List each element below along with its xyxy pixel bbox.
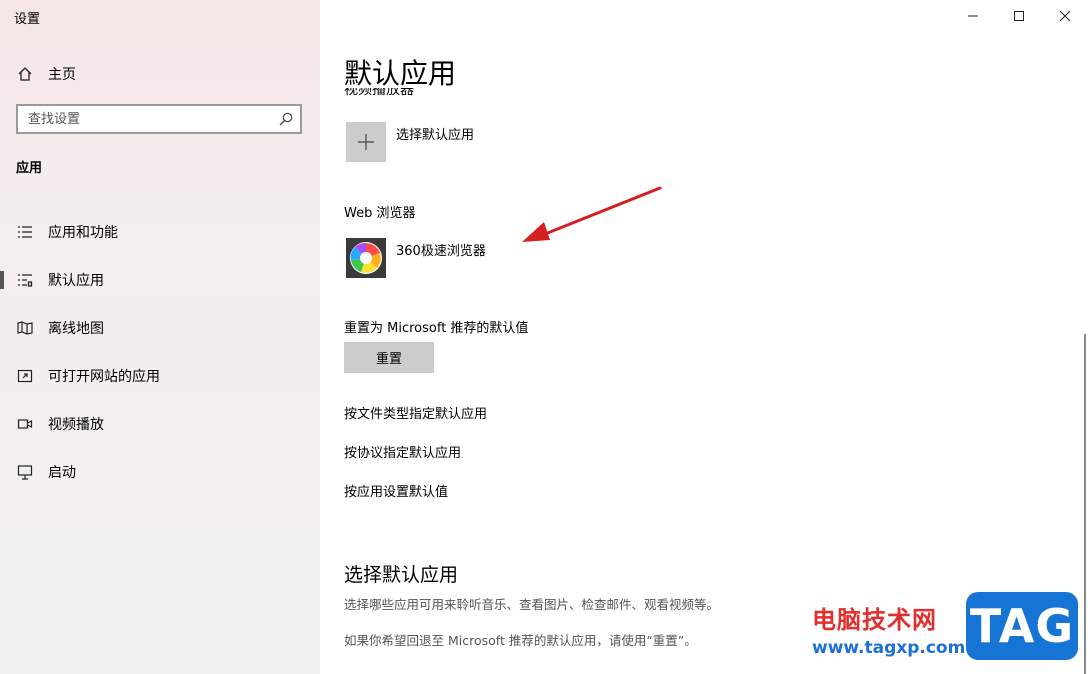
close-icon	[1059, 10, 1071, 22]
video-player-category-label: 视频播放器	[344, 88, 414, 98]
maximize-button[interactable]	[996, 0, 1042, 32]
sidebar-item-default-apps[interactable]: 默认应用	[0, 256, 320, 304]
browser-app-name[interactable]: 360极速浏览器	[396, 240, 486, 259]
sidebar-item-label: 应用和功能	[48, 225, 118, 241]
annotation-arrow-head	[522, 222, 550, 242]
annotation-arrow	[522, 186, 662, 242]
sidebar-item-startup[interactable]: 启动	[0, 448, 320, 496]
section-description-2: 如果你希望回退至 Microsoft 推荐的默认应用，请使用“重置”。	[344, 633, 697, 648]
scrollbar[interactable]	[1084, 334, 1086, 674]
sidebar-item-label: 可打开网站的应用	[48, 369, 160, 385]
maximize-icon	[1014, 11, 1024, 21]
window-controls	[950, 0, 1088, 32]
reset-button[interactable]: 重置	[344, 342, 434, 373]
close-button[interactable]	[1042, 0, 1088, 32]
minimize-button[interactable]	[950, 0, 996, 32]
sidebar-item-apps-for-websites[interactable]: 可打开网站的应用	[0, 352, 320, 400]
home-icon	[16, 65, 34, 83]
home-nav-item[interactable]: 主页	[16, 64, 76, 84]
list-icon	[16, 223, 34, 241]
video-icon	[16, 415, 34, 433]
browser-360-icon	[350, 242, 382, 274]
main-content: 默认应用 视频播放器 选择默认应用 Web 浏览器 360极速浏览器 重置为 M…	[320, 0, 1088, 674]
sidebar-item-label: 视频播放	[48, 417, 104, 433]
web-browser-label: Web 浏览器	[344, 206, 416, 221]
search-box[interactable]	[16, 104, 302, 134]
home-label: 主页	[48, 67, 76, 83]
search-input[interactable]	[18, 106, 268, 132]
open-website-icon	[16, 367, 34, 385]
link-by-file-type[interactable]: 按文件类型指定默认应用	[344, 403, 487, 422]
sidebar-item-label: 启动	[48, 465, 76, 481]
minimize-icon	[968, 15, 978, 17]
page-title: 默认应用	[344, 57, 457, 90]
watermark-logo: TAG	[966, 592, 1078, 660]
sidebar-nav: 应用和功能 默认应用 离线地图 可打开网站的应用 视频播放 启动	[0, 208, 320, 496]
startup-icon	[16, 463, 34, 481]
sidebar-item-apps-features[interactable]: 应用和功能	[0, 208, 320, 256]
plus-icon	[358, 134, 374, 150]
sidebar-item-video-playback[interactable]: 视频播放	[0, 400, 320, 448]
sidebar-item-offline-maps[interactable]: 离线地图	[0, 304, 320, 352]
sidebar: 设置 主页 应用 应用和功能 默认应用 离线地图	[0, 0, 320, 674]
reset-description: 重置为 Microsoft 推荐的默认值	[344, 321, 529, 336]
watermark-url: www.tagxp.com	[812, 638, 966, 658]
browser-app-tile[interactable]	[346, 238, 386, 278]
search-icon[interactable]	[278, 111, 294, 127]
sidebar-section-heading: 应用	[16, 161, 43, 176]
watermark-text: 电脑技术网	[812, 606, 937, 634]
window-title: 设置	[14, 12, 41, 27]
annotation-arrow-shaft	[538, 186, 662, 238]
choose-video-app-label[interactable]: 选择默认应用	[396, 124, 474, 143]
choose-video-app-tile[interactable]	[346, 122, 386, 162]
section-description-1: 选择哪些应用可用来聆听音乐、查看图片、检查邮件、观看视频等。	[344, 597, 720, 612]
link-by-protocol[interactable]: 按协议指定默认应用	[344, 442, 461, 461]
link-by-app[interactable]: 按应用设置默认值	[344, 481, 448, 500]
sidebar-item-label: 默认应用	[48, 273, 104, 289]
sidebar-item-label: 离线地图	[48, 321, 104, 337]
section-choose-default-title: 选择默认应用	[344, 564, 459, 586]
map-icon	[16, 319, 34, 337]
default-apps-icon	[16, 271, 34, 289]
